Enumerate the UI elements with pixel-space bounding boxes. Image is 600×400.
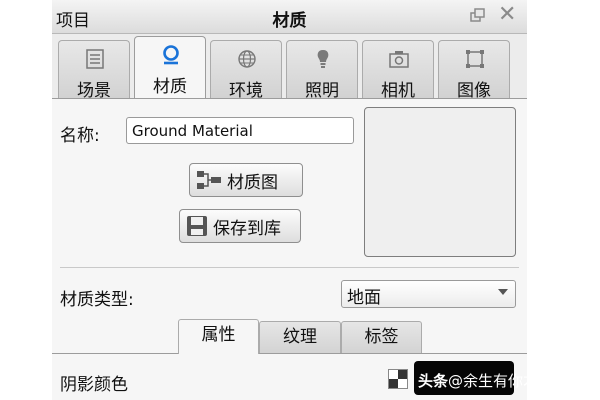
tab-material[interactable]: 材质 (134, 36, 206, 99)
tab-image[interactable]: 图像 (438, 40, 510, 101)
tab-label: 材质 (153, 77, 187, 97)
subtab-label: 标签 (364, 327, 399, 347)
material-type-select[interactable]: 地面 (341, 280, 516, 308)
material-tab-body: 名称: 材质图 保存到库 材质类型: 地面 (52, 98, 527, 400)
save-to-library-button[interactable]: 保存到库 (179, 209, 301, 243)
node-graph-icon (197, 171, 221, 189)
restore-window-icon[interactable] (470, 8, 486, 22)
transparency-checker-icon[interactable] (388, 369, 408, 389)
watermark-brand: 头条 (418, 372, 449, 390)
material-type-label: 材质类型: (60, 290, 134, 310)
material-sphere-icon (163, 45, 179, 65)
name-label: 名称: (60, 126, 100, 146)
globe-icon (238, 50, 256, 68)
main-tabs: 场景 材质 环境 照明 相机 图像 (52, 36, 527, 101)
subtab-label: 纹理 (283, 327, 317, 347)
watermark: 头条@余生有你才安好呐 (418, 370, 583, 391)
lightbulb-icon (317, 50, 329, 68)
save-to-library-label: 保存到库 (213, 218, 281, 239)
tab-environment[interactable]: 环境 (210, 40, 282, 101)
material-preview (364, 107, 516, 257)
chevron-down-icon (498, 289, 508, 295)
list-icon (86, 49, 104, 69)
panel-titlebar: 项目 材质 ✕ (52, 0, 527, 34)
save-icon (187, 216, 207, 236)
material-graph-button[interactable]: 材质图 (189, 163, 303, 197)
image-frame-icon (466, 50, 484, 68)
close-icon[interactable]: ✕ (498, 3, 516, 27)
shadow-color-label: 阴影颜色 (60, 375, 128, 395)
watermark-user: @余生有你才安好呐 (448, 372, 584, 390)
tab-scene[interactable]: 场景 (58, 40, 130, 101)
material-panel: 项目 材质 ✕ 场景 材质 环境 照明 相机 图像 名称: Ground Mat… (52, 0, 527, 400)
subtab-properties[interactable]: 属性 (178, 319, 259, 354)
material-graph-label: 材质图 (227, 172, 278, 193)
tab-lighting[interactable]: 照明 (286, 40, 358, 101)
tab-camera[interactable]: 相机 (362, 40, 434, 101)
material-type-value: 地面 (347, 288, 381, 308)
subtab-labels[interactable]: 标签 (341, 321, 422, 353)
camera-icon (389, 51, 409, 68)
material-name-input[interactable] (126, 117, 354, 144)
panel-title: 材质 (272, 11, 307, 31)
subtab-label: 属性 (201, 325, 236, 345)
property-subtabs: 属性 纹理 标签 (52, 319, 527, 354)
subtab-textures[interactable]: 纹理 (259, 321, 341, 353)
section-divider (60, 267, 519, 268)
